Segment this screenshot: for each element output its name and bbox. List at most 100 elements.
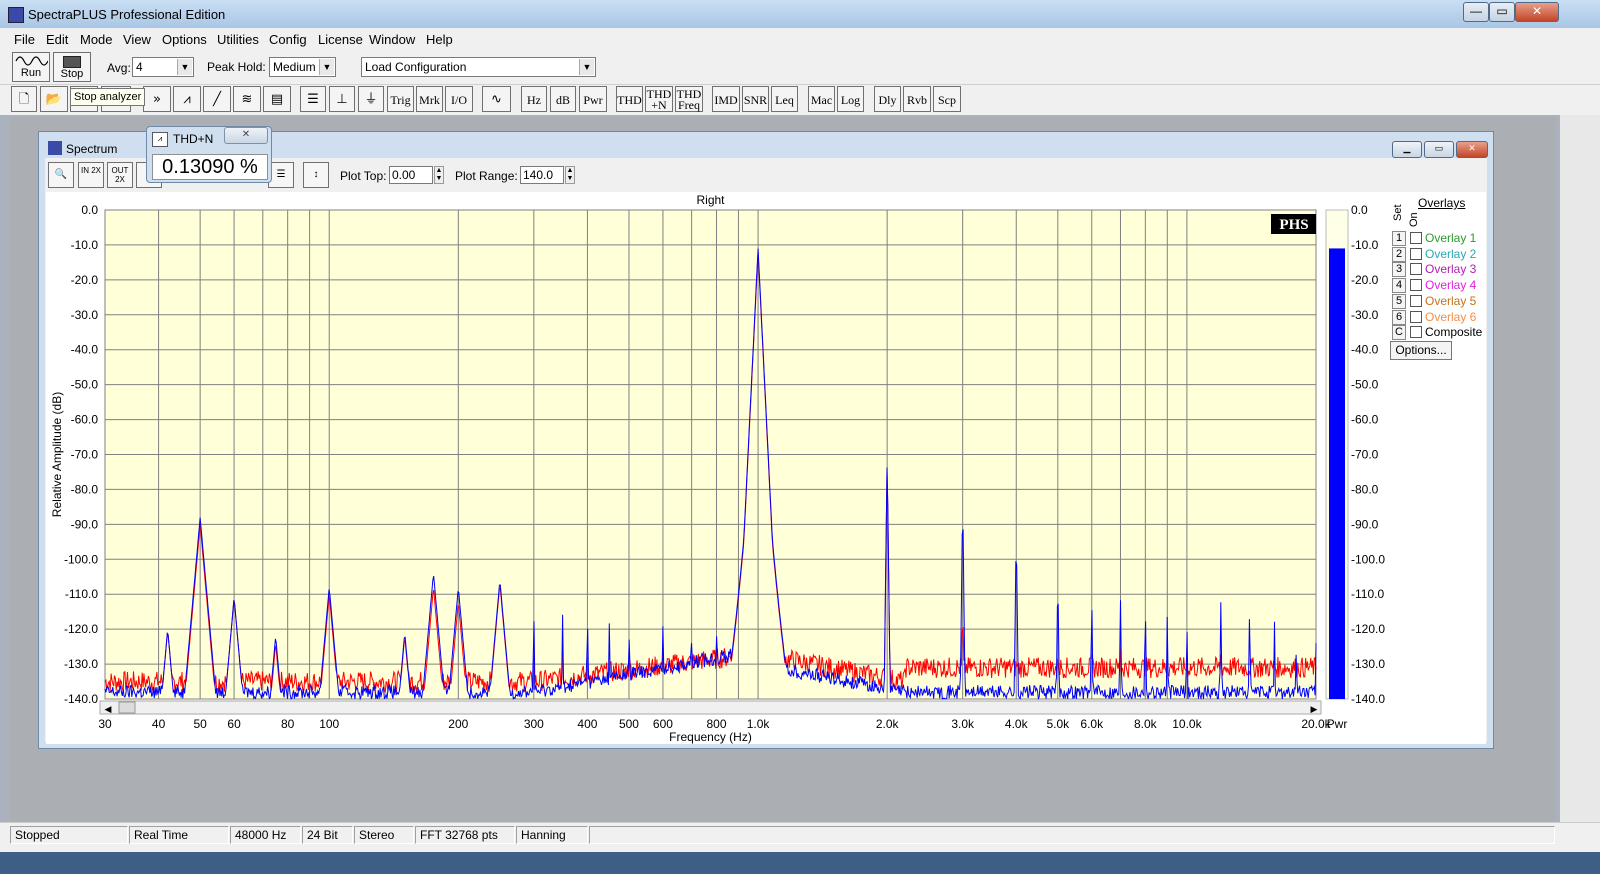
overlay-set-button[interactable]: 4 bbox=[1392, 278, 1406, 294]
y-tick-label: -130.0 bbox=[64, 657, 98, 671]
pwr-tick-label: -110.0 bbox=[1351, 587, 1384, 601]
overlay-set-button[interactable]: 3 bbox=[1392, 262, 1406, 278]
x-tick-label: 800 bbox=[706, 717, 726, 731]
x-axis-label: Frequency (Hz) bbox=[669, 730, 752, 744]
overlay-on-checkbox[interactable] bbox=[1410, 310, 1422, 323]
status-channels: Stereo bbox=[354, 826, 414, 844]
thd-close-button[interactable]: ✕ bbox=[224, 127, 268, 144]
y-tick-label: -20.0 bbox=[71, 273, 99, 287]
pwr-tick-label: 0.0 bbox=[1351, 203, 1368, 217]
scale-icon[interactable]: ⊥ bbox=[329, 86, 355, 112]
plot-range-spinner[interactable]: ▲ ▼ bbox=[565, 166, 575, 184]
thd-n-button[interactable]: THD +N bbox=[645, 86, 673, 112]
zoom-in-button[interactable]: IN 2X bbox=[78, 162, 104, 188]
thd-window-title: THD+N bbox=[173, 132, 214, 146]
new-file-icon[interactable]: 🗋 bbox=[11, 86, 37, 112]
pwr-tick-label: -100.0 bbox=[1351, 552, 1385, 566]
dly-button[interactable]: Dly bbox=[874, 86, 901, 112]
overlays-title: Overlays bbox=[1418, 196, 1466, 210]
db-button[interactable]: dB bbox=[550, 86, 576, 112]
status-window-type: Hanning bbox=[516, 826, 588, 844]
overlay-options-button[interactable]: Options... bbox=[1390, 341, 1452, 360]
overlay-set-button[interactable]: 6 bbox=[1392, 309, 1406, 325]
overlay-on-checkbox[interactable] bbox=[1410, 247, 1422, 260]
thd-freq-button[interactable]: THD Freq bbox=[675, 86, 703, 112]
list-view-icon[interactable]: ☰ bbox=[300, 86, 326, 112]
app-icon bbox=[8, 7, 24, 23]
leq-button[interactable]: Leq bbox=[771, 86, 798, 112]
thd-button[interactable]: THD bbox=[616, 86, 643, 112]
menu-file[interactable]: File bbox=[14, 32, 35, 47]
menu-help[interactable]: Help bbox=[426, 32, 453, 47]
spectrum-close-button[interactable]: ✕ bbox=[1456, 141, 1488, 158]
spectrogram-icon[interactable]: ▤ bbox=[263, 86, 291, 112]
x-tick-label: 30 bbox=[98, 717, 112, 731]
minimize-button[interactable]: — bbox=[1463, 2, 1489, 22]
avg-select[interactable]: 4 ▼ bbox=[132, 57, 194, 77]
menu-utilities[interactable]: Utilities bbox=[217, 32, 259, 47]
menu-license[interactable]: License bbox=[318, 32, 363, 47]
menu-bar: File Edit Mode View Options Utilities Co… bbox=[0, 28, 1600, 50]
fast-forward-icon[interactable]: » bbox=[143, 86, 171, 112]
y-tick-label: -110.0 bbox=[65, 587, 98, 601]
hz-button[interactable]: Hz bbox=[521, 86, 547, 112]
maximize-button[interactable]: ▭ bbox=[1489, 2, 1515, 22]
menu-config[interactable]: Config bbox=[269, 32, 307, 47]
zoom-magnifier-icon[interactable]: 🔍 bbox=[48, 162, 74, 188]
overlay-on-checkbox[interactable] bbox=[1410, 326, 1422, 339]
probe-icon[interactable]: ⏚ bbox=[358, 86, 384, 112]
menu-view[interactable]: View bbox=[123, 32, 151, 47]
x-tick-label: 60 bbox=[227, 717, 241, 731]
overlay-set-button[interactable]: 2 bbox=[1392, 246, 1406, 262]
y-tick-label: -90.0 bbox=[71, 517, 99, 531]
spectrum-view-icon[interactable]: ⩘ bbox=[173, 86, 201, 112]
overlay-set-button[interactable]: C bbox=[1392, 325, 1406, 341]
menu-window[interactable]: Window bbox=[369, 32, 415, 47]
overlay-on-checkbox[interactable] bbox=[1410, 232, 1422, 244]
waterfall-icon[interactable]: ≋ bbox=[233, 86, 261, 112]
horizontal-scrollbar bbox=[99, 700, 1322, 715]
overlay-on-checkbox[interactable] bbox=[1410, 263, 1422, 276]
trig-button[interactable]: Trig bbox=[387, 86, 414, 112]
thd-n-readout: 0.13090 % bbox=[152, 154, 268, 180]
pwr-button[interactable]: Pwr bbox=[579, 86, 607, 112]
plot-top-input[interactable]: 0.00 bbox=[389, 166, 433, 184]
overlay-set-button[interactable]: 5 bbox=[1392, 293, 1406, 309]
zoom-out-button[interactable]: OUT 2X bbox=[107, 162, 133, 188]
overlay-label: Overlay 2 bbox=[1425, 246, 1477, 261]
overlay-set-button[interactable]: 1 bbox=[1392, 231, 1406, 246]
title-bar bbox=[0, 0, 1600, 29]
x-tick-label: 3.0k bbox=[951, 717, 975, 731]
run-button[interactable]: Run bbox=[12, 52, 50, 82]
snr-button[interactable]: SNR bbox=[742, 86, 769, 112]
plot-top-spinner[interactable]: ▲ ▼ bbox=[434, 166, 444, 184]
menu-options[interactable]: Options bbox=[162, 32, 207, 47]
io-button[interactable]: I/O bbox=[445, 86, 473, 112]
mac-button[interactable]: Mac bbox=[808, 86, 835, 112]
taskbar-strip bbox=[0, 852, 1600, 874]
window-right-edge bbox=[1560, 28, 1600, 852]
config-select[interactable]: Load Configuration ▼ bbox=[361, 57, 596, 77]
sine-generator-icon[interactable]: ∿ bbox=[482, 86, 511, 112]
rvb-button[interactable]: Rvb bbox=[903, 86, 931, 112]
peak-hold-select[interactable]: Medium ▼ bbox=[269, 57, 336, 77]
pwr-tick-label: -140.0 bbox=[1351, 692, 1385, 706]
mrk-button[interactable]: Mrk bbox=[416, 86, 443, 112]
overlay-on-checkbox[interactable] bbox=[1410, 279, 1422, 292]
scp-button[interactable]: Scp bbox=[933, 86, 961, 112]
plot-range-input[interactable]: 140.0 bbox=[520, 166, 564, 184]
overlay-on-checkbox[interactable] bbox=[1410, 294, 1422, 307]
tooltip: Stop analyzer bbox=[70, 88, 146, 106]
stop-button[interactable]: Stop bbox=[53, 52, 91, 82]
menu-edit[interactable]: Edit bbox=[46, 32, 68, 47]
autoscale-icon[interactable]: ↕ bbox=[303, 162, 329, 188]
close-button[interactable]: ✕ bbox=[1515, 2, 1559, 22]
spectrum-minimize-button[interactable]: ▁ bbox=[1392, 141, 1422, 158]
time-series-icon[interactable]: ╱ bbox=[203, 86, 231, 112]
spectrum-maximize-button[interactable]: ▭ bbox=[1424, 141, 1454, 158]
imd-button[interactable]: IMD bbox=[712, 86, 740, 112]
open-folder-icon[interactable]: 📂 bbox=[40, 86, 68, 112]
log-button[interactable]: Log bbox=[837, 86, 864, 112]
menu-mode[interactable]: Mode bbox=[80, 32, 113, 47]
overlay-label: Composite bbox=[1425, 325, 1483, 340]
